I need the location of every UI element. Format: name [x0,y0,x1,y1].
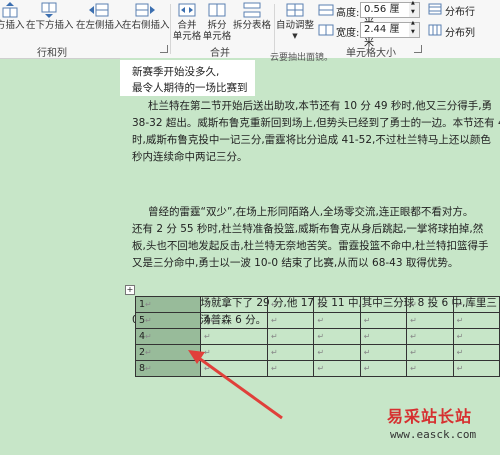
annotation-arrow [188,350,283,420]
site-watermark: 易采站长站 [387,407,473,426]
site-watermark-url: www.easck.com [390,428,477,441]
arrow-shaft [195,354,283,420]
